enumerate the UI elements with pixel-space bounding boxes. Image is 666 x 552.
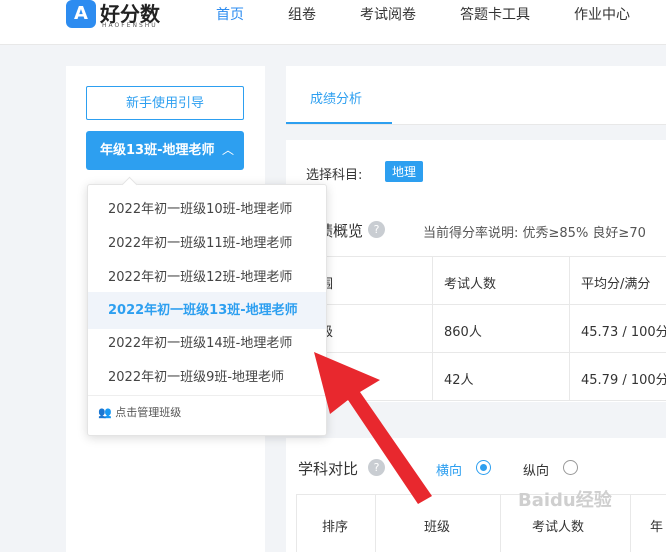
horizontal-radio[interactable]	[476, 460, 491, 475]
table-border-top	[286, 256, 666, 257]
class-select-label: 年级13班-地理老师	[100, 143, 215, 158]
score-rate-note: 当前得分率说明: 优秀≥85% 良好≥70	[423, 226, 646, 241]
vertical-label: 纵向	[523, 464, 550, 479]
logo[interactable]: A 好分数 HAOFENSHU	[66, 0, 170, 32]
watermark: Baidu经验	[518, 490, 612, 511]
dropdown-item[interactable]: 2022年初一班级12班-地理老师	[88, 261, 326, 295]
dropdown-item[interactable]: 2022年初一班级14班-地理老师	[88, 327, 326, 361]
subject-label: 选择科目:	[306, 168, 363, 183]
annotation-arrow-icon	[314, 352, 432, 504]
manage-classes-label: 点击管理班级	[115, 406, 182, 419]
guide-button[interactable]: 新手使用引导	[86, 86, 244, 120]
tab-active-indicator	[286, 122, 392, 124]
nav-home[interactable]: 首页	[216, 4, 244, 24]
compare-header-count: 考试人数	[532, 520, 585, 535]
logo-mark-icon: A	[66, 0, 96, 28]
table-cell: 45.79 / 100分	[581, 373, 666, 388]
dropdown-item[interactable]: 2022年初一班级10班-地理老师	[88, 193, 326, 227]
dropdown-item-selected[interactable]: 2022年初一班级13班-地理老师	[88, 292, 326, 329]
dropdown-divider	[88, 395, 326, 396]
table-header-border	[286, 304, 666, 305]
table-col-divider	[296, 494, 297, 552]
nav-homework[interactable]: 作业中心	[574, 4, 630, 24]
logo-subtext: HAOFENSHU	[102, 22, 158, 29]
subject-chip[interactable]: 地理	[385, 161, 424, 182]
tab-bar: 成绩分析	[286, 66, 666, 125]
compare-header-class: 班级	[424, 520, 451, 535]
compare-header-rank: 排序	[322, 520, 349, 535]
class-select-button[interactable]: 年级13班-地理老师 ︿	[86, 131, 244, 170]
class-dropdown-menu: 2022年初一班级10班-地理老师 2022年初一班级11班-地理老师 2022…	[87, 176, 327, 436]
dropdown-item[interactable]: 2022年初一班级11班-地理老师	[88, 227, 326, 261]
tab-score-analysis[interactable]: 成绩分析	[310, 88, 362, 107]
manage-classes-link[interactable]: 👥 点击管理班级	[98, 404, 181, 420]
vertical-radio[interactable]	[563, 460, 578, 475]
nav-compose[interactable]: 组卷	[288, 4, 316, 24]
dropdown-item[interactable]: 2022年初一班级9班-地理老师	[88, 361, 326, 395]
table-cell: 860人	[444, 325, 482, 340]
table-header-average: 平均分/满分	[581, 277, 651, 292]
table-cell: 45.73 / 100分	[581, 325, 666, 340]
top-bar: A 好分数 HAOFENSHU 首页 组卷 考试阅卷 答题卡工具 作业中心	[0, 0, 666, 45]
chevron-up-icon: ︿	[221, 143, 234, 157]
compare-header-grade: 年	[650, 520, 664, 535]
table-header-count: 考试人数	[444, 277, 497, 292]
table-col-divider	[500, 494, 501, 552]
users-icon: 👥	[98, 406, 112, 419]
nav-exam-grading[interactable]: 考试阅卷	[360, 4, 416, 24]
help-icon[interactable]: ?	[368, 221, 385, 238]
table-col-divider	[569, 256, 570, 400]
table-col-divider	[630, 494, 631, 552]
nav-answer-sheet[interactable]: 答题卡工具	[460, 4, 530, 24]
